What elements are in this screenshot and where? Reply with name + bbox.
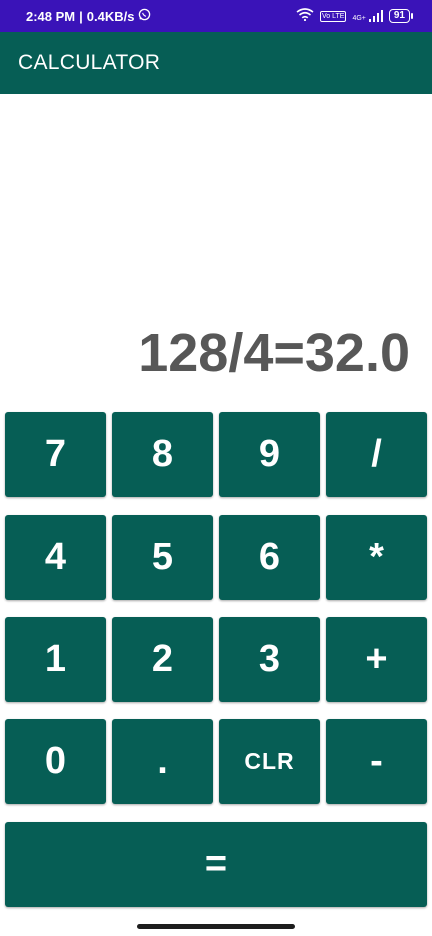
battery-icon: 91 — [388, 9, 414, 23]
digit-0-button[interactable]: 0 — [5, 719, 106, 804]
plus-button[interactable]: + — [326, 617, 427, 702]
digit-4-button[interactable]: 4 — [5, 515, 106, 600]
digit-1-button[interactable]: 1 — [5, 617, 106, 702]
equals-button[interactable]: = — [5, 822, 427, 907]
status-time: 2:48 PM — [26, 8, 76, 24]
status-bar: 2:48 PM | 0.4KB/s Vo LTE 4G+ 91 — [0, 0, 432, 32]
digit-7-button[interactable]: 7 — [5, 412, 106, 497]
calculator-display: 128/4=32.0 — [138, 323, 410, 383]
digit-5-button[interactable]: 5 — [112, 515, 213, 600]
app-title: CALCULATOR — [18, 51, 161, 74]
status-left: 2:48 PM | 0.4KB/s — [26, 0, 151, 32]
wifi-icon — [296, 8, 314, 24]
digit-8-button[interactable]: 8 — [112, 412, 213, 497]
navigation-handle[interactable] — [137, 924, 295, 929]
digit-9-button[interactable]: 9 — [219, 412, 320, 497]
signal-icon: 4G+ — [352, 10, 383, 22]
digit-2-button[interactable]: 2 — [112, 617, 213, 702]
digit-3-button[interactable]: 3 — [219, 617, 320, 702]
battery-level: 91 — [393, 10, 405, 21]
divide-button[interactable]: / — [326, 412, 427, 497]
volte-icon: Vo LTE — [319, 10, 347, 22]
decimal-button[interactable]: . — [112, 719, 213, 804]
app-bar: CALCULATOR — [0, 32, 432, 94]
status-right: Vo LTE 4G+ 91 — [296, 0, 414, 32]
network-type: 4G+ — [352, 15, 366, 22]
status-separator: | — [79, 8, 83, 24]
multiply-button[interactable]: * — [326, 515, 427, 600]
digit-6-button[interactable]: 6 — [219, 515, 320, 600]
minus-button[interactable]: - — [326, 719, 427, 804]
whatsapp-icon — [138, 8, 151, 24]
status-speed: 0.4KB/s — [86, 8, 135, 24]
clear-button[interactable]: CLR — [219, 719, 320, 804]
